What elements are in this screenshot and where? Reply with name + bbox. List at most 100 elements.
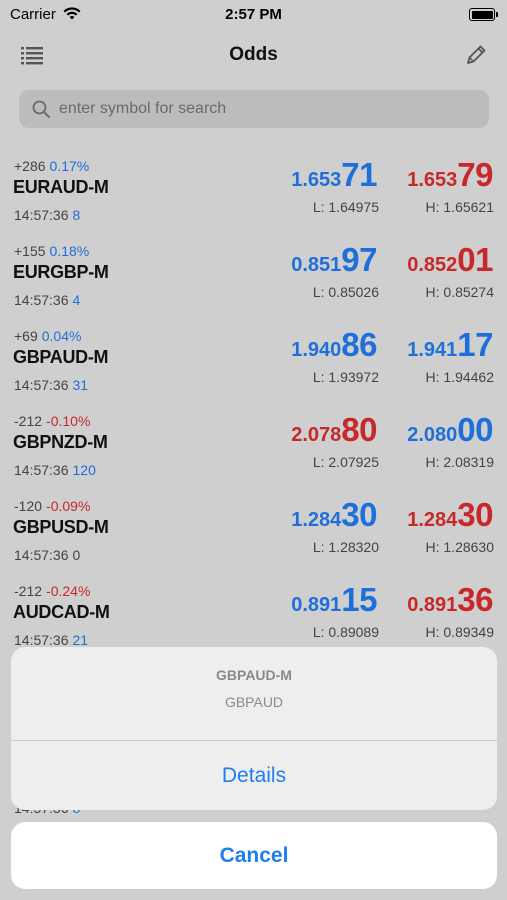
bid-price-pips: 80 (341, 411, 377, 448)
action-sheet-title: GBPAUD-M (216, 667, 292, 683)
bid-price: 1.28430 (291, 496, 377, 534)
quote-row[interactable]: +69 0.04% GBPAUD-M 14:57:36 31 1.94086 1.9… (0, 316, 507, 401)
quote-row[interactable]: -120 -0.09% GBPUSD-M 14:57:36 0 1.28430 1.… (0, 486, 507, 571)
change-line: +155 0.18% (14, 243, 89, 259)
quote-list: +286 0.17% EURAUD-M 14:57:36 8 1.65371 1.6… (0, 146, 507, 656)
ask-price: 2.08000 (407, 411, 493, 449)
spread-value: 21 (72, 632, 89, 648)
bid-price-prefix: 1.940 (291, 339, 342, 361)
symbol-name: AUDCAD-M (13, 602, 110, 622)
ask-price: 0.85201 (407, 241, 493, 279)
ask-price-pips: 79 (457, 156, 493, 193)
change-points: -120 (14, 498, 43, 514)
bid-price: 1.65371 (291, 156, 377, 194)
bid-price-prefix: 2.078 (291, 424, 342, 446)
ask-price-prefix: 1.653 (407, 169, 458, 191)
change-points: +286 (14, 158, 46, 174)
change-points: +155 (14, 243, 46, 259)
bid-price-pips: 30 (341, 496, 377, 533)
change-percent: 0.04% (41, 328, 82, 344)
quote-time: 14:57:36 (14, 632, 69, 648)
change-line: +286 0.17% (14, 158, 89, 174)
time-line: 14:57:36 8 (14, 207, 80, 223)
quote-row[interactable]: -212 -0.24% AUDCAD-M 14:57:36 21 0.89115 0… (0, 571, 507, 656)
ask-price-pips: 01 (457, 241, 493, 278)
change-percent: -0.10% (46, 413, 91, 429)
high-value: H: 1.65621 (425, 199, 495, 215)
time-line: 14:57:36 31 (14, 377, 88, 393)
ask-price-pips: 36 (457, 581, 493, 618)
bid-price: 0.85197 (291, 241, 377, 279)
details-button[interactable]: Details (11, 741, 497, 810)
bid-price: 1.94086 (291, 326, 377, 364)
spread-value: 8 (72, 207, 81, 223)
bid-price-prefix: 1.284 (291, 509, 342, 531)
time-line: 14:57:36 4 (14, 292, 80, 308)
spread-value: 120 (72, 462, 96, 478)
time-line: 14:57:36 21 (14, 632, 88, 648)
low-value: L: 0.85026 (312, 284, 379, 300)
low-value: L: 1.28320 (312, 539, 379, 555)
low-value: L: 1.93972 (312, 369, 379, 385)
high-value: H: 0.85274 (425, 284, 495, 300)
change-line: -212 -0.24% (14, 583, 90, 599)
change-points: -212 (14, 413, 43, 429)
ask-price: 0.89136 (407, 581, 493, 619)
ask-price: 1.28430 (407, 496, 493, 534)
quote-row[interactable]: -212 -0.10% GBPNZD-M 14:57:36 120 2.07880 … (0, 401, 507, 486)
ask-price: 1.94117 (407, 326, 493, 364)
bid-price-pips: 15 (341, 581, 377, 618)
quote-time: 14:57:36 (14, 292, 69, 308)
ask-price-pips: 30 (457, 496, 493, 533)
quote-row[interactable]: +155 0.18% EURGBP-M 14:57:36 4 0.85197 0.8… (0, 231, 507, 316)
symbol-name: GBPNZD-M (13, 432, 108, 452)
action-sheet-subtitle: GBPAUD (224, 694, 284, 710)
battery-icon (469, 8, 498, 21)
time-line: 14:57:36 0 (14, 547, 80, 563)
symbol-name: EURGBP-M (13, 262, 109, 282)
high-value: H: 2.08319 (425, 454, 495, 470)
bid-price: 0.89115 (291, 581, 377, 619)
ask-price-prefix: 1.941 (407, 339, 458, 361)
ask-price-pips: 00 (457, 411, 493, 448)
bid-price-prefix: 1.653 (291, 169, 342, 191)
bid-price-prefix: 0.851 (291, 254, 342, 276)
search-bar[interactable] (19, 90, 489, 128)
ask-price: 1.65379 (407, 156, 493, 194)
ask-price-prefix: 1.284 (407, 509, 458, 531)
change-points: +69 (14, 328, 38, 344)
change-percent: -0.24% (46, 583, 91, 599)
symbol-name: GBPAUD-M (13, 347, 109, 367)
change-points: -212 (14, 583, 43, 599)
bid-price: 2.07880 (291, 411, 377, 449)
search-input[interactable] (59, 90, 479, 128)
cancel-button[interactable]: Cancel (11, 822, 497, 889)
ask-price-pips: 17 (457, 326, 493, 363)
low-value: L: 0.89089 (312, 624, 379, 640)
status-bar: Carrier 2:57 PM (0, 0, 507, 30)
bid-price-prefix: 0.891 (291, 594, 342, 616)
bid-price-pips: 86 (341, 326, 377, 363)
page-title: Odds (229, 44, 278, 65)
spread-value: 31 (72, 377, 89, 393)
high-value: H: 1.28630 (425, 539, 495, 555)
ask-price-prefix: 0.852 (407, 254, 458, 276)
change-line: -120 -0.09% (14, 498, 90, 514)
change-line: -212 -0.10% (14, 413, 90, 429)
change-line: +69 0.04% (14, 328, 81, 344)
quote-time: 14:57:36 (14, 547, 69, 563)
symbol-name: EURAUD-M (13, 177, 109, 197)
spread-value: 4 (72, 292, 81, 308)
quote-row[interactable]: +286 0.17% EURAUD-M 14:57:36 8 1.65371 1.6… (0, 146, 507, 231)
quote-time: 14:57:36 (14, 377, 69, 393)
ask-price-prefix: 2.080 (407, 424, 458, 446)
action-sheet: GBPAUD-M GBPAUD Details (11, 647, 497, 810)
pencil-icon[interactable] (463, 42, 489, 68)
spread-value: 0 (72, 547, 81, 563)
low-value: L: 1.64975 (312, 199, 379, 215)
nav-bar: Odds (0, 30, 507, 80)
bid-price-pips: 71 (341, 156, 377, 193)
change-percent: 0.18% (49, 243, 90, 259)
quote-time: 14:57:36 (14, 207, 69, 223)
high-value: H: 1.94462 (425, 369, 495, 385)
